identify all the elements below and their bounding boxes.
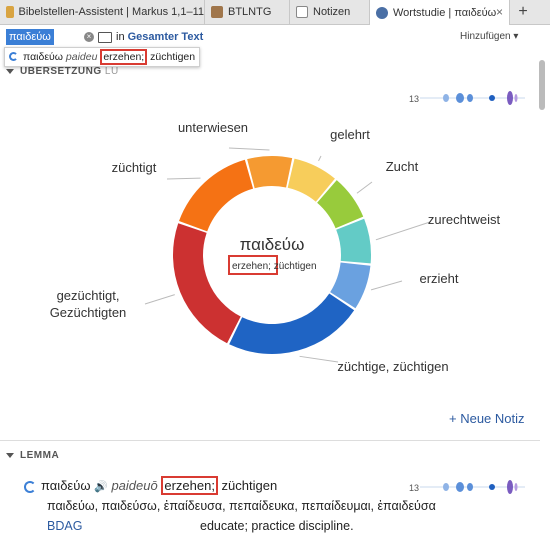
lemma-gloss-highlight: erzehen; — [161, 476, 218, 495]
donut-slice[interactable] — [172, 223, 241, 344]
suggestion-gloss-highlight: erzehen; — [100, 49, 148, 65]
lemma-count: 13 — [409, 483, 420, 493]
scrollbar[interactable] — [539, 60, 545, 110]
word-study-icon — [376, 6, 388, 19]
lemma-icon — [9, 52, 18, 61]
lemma-definition: educate; practice discipline. — [200, 519, 354, 533]
close-icon[interactable]: × — [496, 5, 503, 19]
lemma-icon — [24, 480, 36, 493]
center-gloss: erzehen; züchtigen — [232, 261, 317, 272]
leader-line — [144, 294, 175, 305]
add-tab-button[interactable]: + — [512, 0, 534, 24]
slice-label: züchtigt — [112, 160, 157, 175]
lemma-section-header[interactable]: LEMMA — [6, 450, 59, 461]
new-note-link[interactable]: + Neue Notiz — [449, 411, 525, 426]
suggestion-gloss: züchtigen — [147, 51, 196, 63]
lemma-word[interactable]: παιδεύω — [41, 478, 90, 493]
donut-slice[interactable] — [229, 293, 355, 354]
book-icon — [6, 6, 14, 18]
slice-label: Zucht — [386, 159, 419, 174]
tab-bar: Bibelstellen-Assistent | Markus 1,1–11 B… — [0, 0, 550, 25]
donut-slice[interactable] — [179, 159, 254, 232]
clear-icon[interactable]: × — [84, 32, 94, 42]
leader-line — [375, 221, 431, 241]
occurrence-count: 13 — [409, 94, 420, 104]
tab-word-study[interactable]: Wortstudie | παιδεύω × — [370, 0, 510, 25]
lemma-gloss: züchtigen — [217, 478, 278, 493]
center-label: παιδεύω — [240, 235, 305, 254]
tab-label: Wortstudie | παιδεύω — [393, 6, 497, 19]
leader-line — [166, 177, 201, 180]
slice-label: unterwiesen — [178, 120, 248, 135]
audio-icon[interactable]: 🔊 — [94, 481, 108, 493]
tab-label: Bibelstellen-Assistent | Markus 1,1–11 — [18, 6, 204, 18]
tab-notes[interactable]: Notizen — [290, 0, 370, 24]
add-button[interactable]: Hinzufügen ▾ — [460, 31, 518, 42]
tab-label: Notizen — [313, 6, 351, 18]
slice-label: züchtige, züchtigen — [337, 359, 448, 374]
leader-line — [370, 280, 403, 291]
bdag-link[interactable]: BDAG — [47, 519, 82, 533]
suggestion-lemma: παιδεύω — [23, 51, 63, 63]
distribution-sparkline[interactable] — [420, 88, 525, 108]
divider — [0, 440, 540, 441]
suggestion-translit: paideu — [65, 51, 98, 63]
collapse-icon[interactable] — [6, 68, 14, 74]
slice-label: erzieht — [419, 271, 458, 286]
search-toolbar: παιδεύω × in Gesamter Text Hinzufügen ▾ — [0, 26, 550, 48]
donut-slice[interactable] — [247, 156, 293, 189]
leader-line — [356, 181, 373, 194]
lemma-translit: paideuō — [111, 478, 158, 493]
tab-btlntg[interactable]: BTLNTG — [205, 0, 290, 24]
leader-line — [299, 355, 339, 363]
keyboard-icon[interactable] — [98, 32, 112, 43]
lemma-forms: παιδεύω, παιδεύσω, ἐπαίδευσα, πεπαίδευκα… — [47, 499, 436, 513]
tab-bible-assistant[interactable]: Bibelstellen-Assistent | Markus 1,1–11 — [0, 0, 205, 24]
leader-line — [318, 155, 322, 162]
slice-label: gelehrt — [330, 127, 370, 142]
search-suggestion[interactable]: παιδεύω paideu erzehen; züchtigen — [4, 47, 201, 67]
notes-icon — [296, 6, 308, 18]
lemma-distribution-sparkline[interactable] — [420, 477, 525, 497]
book-icon — [211, 6, 223, 18]
tab-label: BTLNTG — [228, 6, 272, 18]
scope-label: in Gesamter Text — [116, 31, 204, 43]
leader-line — [228, 147, 270, 151]
lemma-row: παιδεύω 🔊 paideuō erzehen; züchtigen — [24, 476, 278, 495]
translation-section-header[interactable]: ÜBERSETZUNG LU — [6, 66, 119, 77]
slice-label: gezüchtigt, Gezüchtigten — [50, 288, 127, 320]
translation-chart: unterwiesen gelehrt Zucht zurechtweist erzie… — [50, 120, 501, 374]
collapse-icon[interactable] — [6, 452, 14, 458]
slice-label: zurechtweist — [428, 212, 501, 227]
scope-link[interactable]: Gesamter Text — [128, 31, 204, 43]
search-input[interactable]: παιδεύω — [6, 29, 54, 45]
